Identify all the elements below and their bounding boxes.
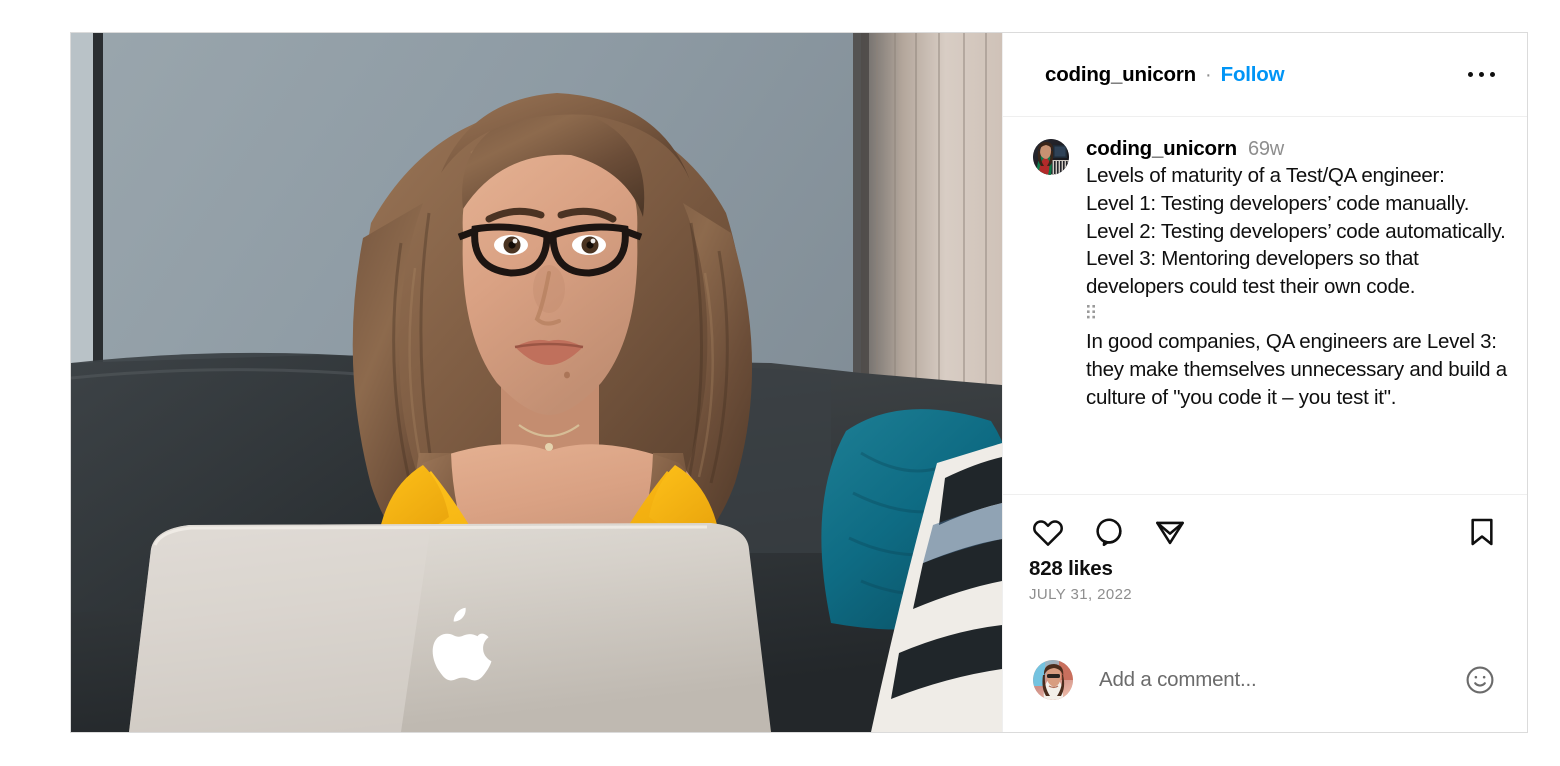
share-button[interactable] <box>1151 513 1189 551</box>
avatar-image-viewer <box>1033 660 1073 700</box>
bookmark-icon <box>1471 518 1493 546</box>
instagram-post-card: coding_unicorn · Follow coding_unicorn 6… <box>70 32 1528 733</box>
heart-icon <box>1033 520 1063 546</box>
caption-text-part-two: In good companies, QA engineers are Leve… <box>1086 329 1513 409</box>
action-bar-left <box>1029 513 1189 551</box>
post-date: JULY 31, 2022 <box>1029 586 1133 603</box>
paper-plane-icon <box>1156 521 1184 545</box>
caption-meta: coding_unicorn 69w <box>1086 137 1507 161</box>
speech-bubble-icon <box>1096 518 1122 547</box>
header-separator: · <box>1204 63 1212 86</box>
follow-button[interactable]: Follow <box>1221 63 1285 87</box>
post-photo[interactable] <box>71 33 1002 732</box>
composer-avatar[interactable] <box>1033 660 1073 700</box>
emoji-picker-button[interactable] <box>1459 659 1501 701</box>
caption-timestamp: 69w <box>1247 138 1285 160</box>
comment-input[interactable] <box>1099 668 1459 692</box>
post-sidebar: coding_unicorn · Follow coding_unicorn 6… <box>1002 33 1527 732</box>
caption-username[interactable]: coding_unicorn <box>1086 137 1237 161</box>
action-bar <box>1003 495 1527 551</box>
caption-text-part-one: Levels of maturity of a Test/QA engineer… <box>1086 164 1506 299</box>
more-options-icon[interactable] <box>1461 55 1501 95</box>
caption-avatar[interactable] <box>1033 139 1069 175</box>
post-header: coding_unicorn · Follow <box>1003 33 1527 117</box>
caption-body: coding_unicorn 69w Levels of maturity of… <box>1086 137 1507 494</box>
header-identity: coding_unicorn · Follow <box>1045 63 1461 87</box>
caption-region[interactable]: coding_unicorn 69w Levels of maturity of… <box>1003 117 1527 495</box>
save-button[interactable] <box>1463 513 1501 551</box>
post-photo-image <box>71 33 1002 732</box>
like-button[interactable] <box>1029 513 1067 551</box>
likes-count[interactable]: 828 likes <box>1003 551 1527 581</box>
header-username[interactable]: coding_unicorn <box>1045 63 1196 87</box>
comment-composer <box>1003 628 1527 732</box>
more-horizontal-icon <box>1467 72 1495 77</box>
avatar-image-poster <box>1033 139 1069 175</box>
dot-grid-glyph-icon <box>1087 304 1095 319</box>
comment-button[interactable] <box>1090 513 1128 551</box>
smiley-face-icon <box>1466 666 1494 694</box>
